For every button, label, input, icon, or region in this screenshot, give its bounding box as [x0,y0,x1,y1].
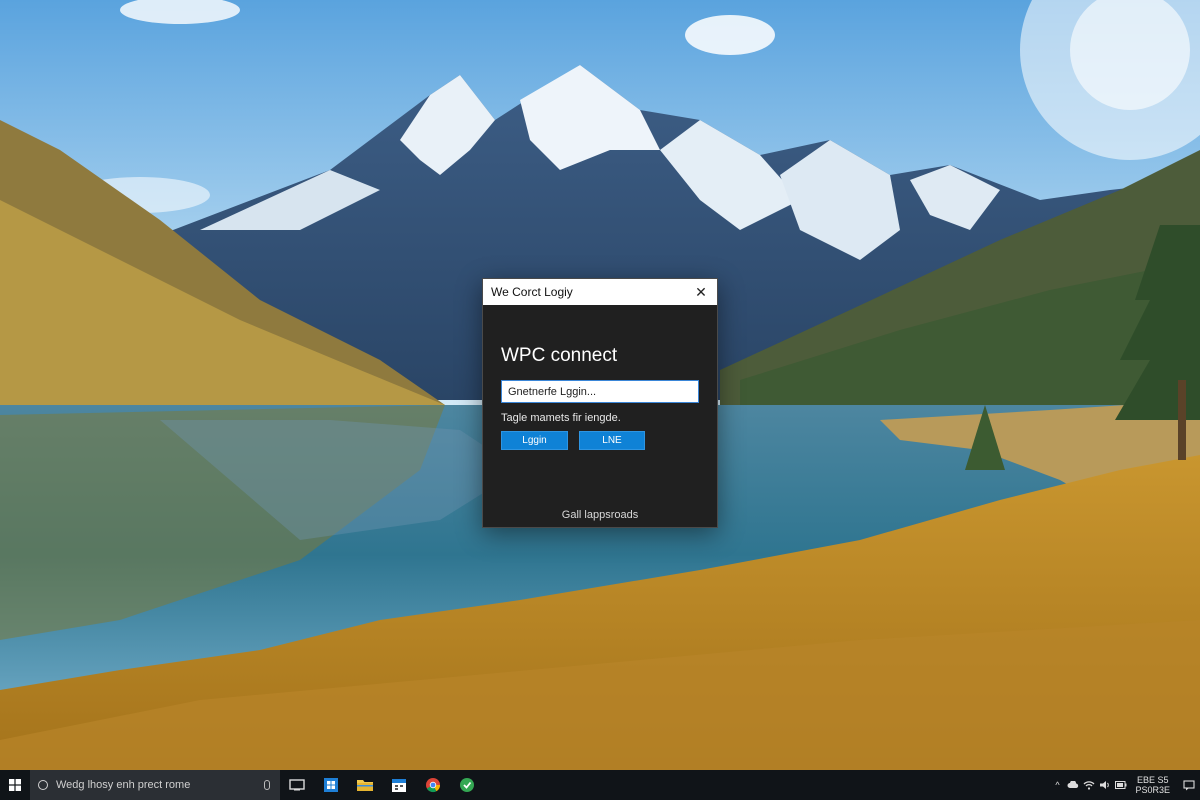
search-text: Wedg lhosy enh prect rome [56,779,191,791]
file-explorer-icon[interactable] [348,770,382,800]
link-button[interactable]: LNE [579,431,645,450]
app-icon[interactable] [450,770,484,800]
clock[interactable]: EBE S5 PS0R3E [1135,775,1170,795]
login-dialog: We Corct Logiy ✕ WPC connect Tagle mamet… [482,278,718,528]
login-button[interactable]: Lggin [501,431,568,450]
clock-time: EBE S5 [1136,775,1169,785]
footer-link[interactable]: Gall lappsroads [483,509,717,521]
wifi-icon[interactable] [1082,770,1096,800]
login-input[interactable] [501,380,699,403]
dialog-title: We Corct Logiy [491,285,573,299]
chrome-icon[interactable] [416,770,450,800]
dialog-heading: WPC connect [501,345,618,366]
calendar-icon[interactable] [382,770,416,800]
system-tray: ^ EBE S5 PS0R3E [1049,770,1200,800]
task-view-icon[interactable] [280,770,314,800]
chevron-up-icon[interactable]: ^ [1050,770,1064,800]
start-button[interactable] [0,770,30,800]
notification-icon[interactable] [1178,770,1200,800]
taskbar: Wedg lhosy enh prect rome ^ EBE S5 PS0R3… [0,770,1200,800]
hint-text: Tagle mamets fir iengde. [501,412,621,424]
microphone-icon[interactable] [264,780,270,790]
windows-logo-icon [9,779,21,791]
store-icon[interactable] [314,770,348,800]
volume-icon[interactable] [1098,770,1112,800]
close-icon[interactable]: ✕ [691,284,711,301]
battery-icon[interactable] [1114,770,1128,800]
cloud-icon[interactable] [1066,770,1080,800]
search-icon [38,780,48,790]
clock-date: PS0R3E [1135,785,1170,795]
taskbar-search[interactable]: Wedg lhosy enh prect rome [30,770,280,800]
dialog-titlebar[interactable]: We Corct Logiy ✕ [483,279,717,305]
